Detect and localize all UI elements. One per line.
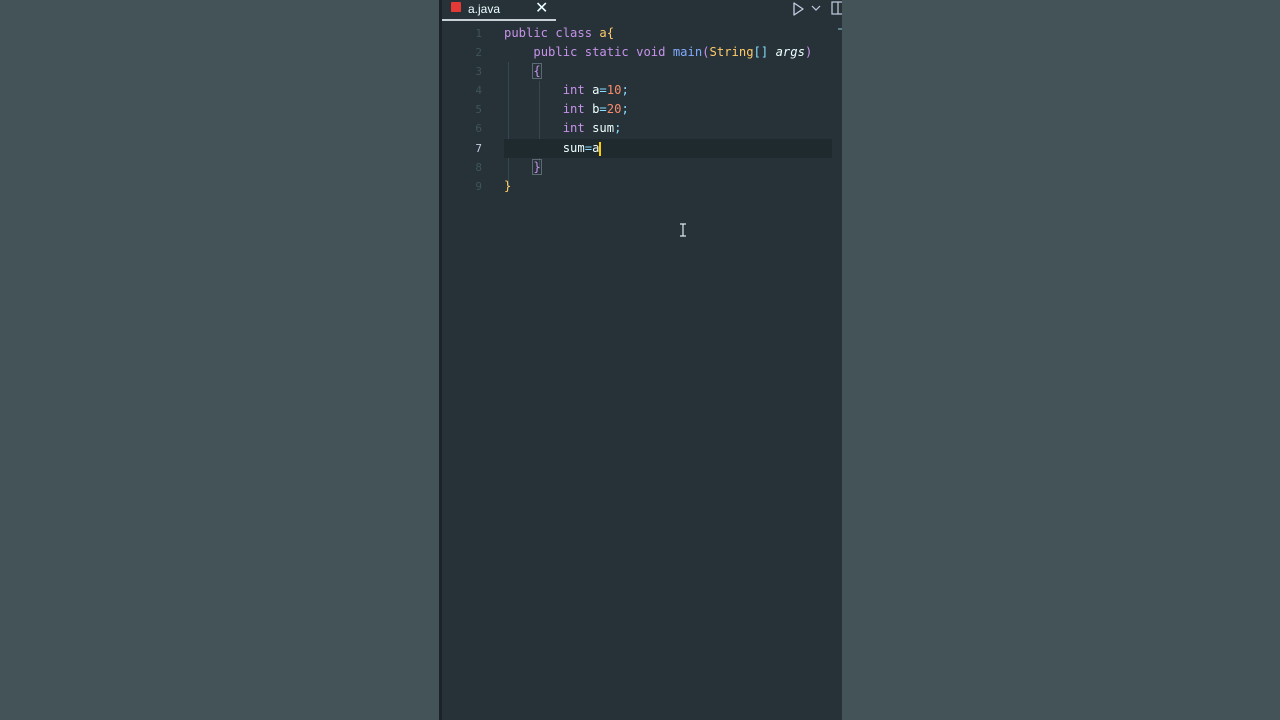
code-text: public static void main(String[] args) [533, 45, 813, 59]
code-text: public class a{ [504, 26, 615, 40]
code-text: int sum; [562, 121, 622, 135]
line-number: 4 [475, 84, 482, 97]
tab-a-java[interactable]: a.java ✕ [442, 0, 556, 21]
code-line-8[interactable]: 8 } [442, 158, 834, 177]
code-line-7-active[interactable]: 7 sum=a [475, 139, 832, 158]
line-number: 9 [475, 180, 482, 193]
code-text: } [504, 179, 512, 193]
text-caret [599, 141, 602, 156]
code-text: int a=10; [562, 83, 629, 97]
text-cursor-icon [680, 223, 686, 237]
tab-bar: a.java ✕ [442, 0, 842, 21]
line-number-current: 7 [475, 142, 482, 155]
code-line-5[interactable]: 5 int b=20; [442, 100, 834, 119]
java-file-icon [451, 2, 461, 12]
line-number: 3 [475, 65, 482, 78]
close-icon[interactable]: ✕ [535, 0, 548, 17]
code-text: { [532, 63, 542, 79]
editor-window: a.java ✕ 1 public class a{ 2 public stat… [439, 0, 842, 720]
code-text: int b=20; [562, 102, 629, 116]
code-text: } [532, 159, 542, 175]
code-line-3[interactable]: 3 { [442, 62, 834, 81]
code-line-6[interactable]: 6 int sum; [442, 119, 834, 138]
split-editor-icon[interactable] [831, 1, 842, 15]
code-line-9[interactable]: 9 } [442, 177, 834, 196]
code-line-1[interactable]: 1 public class a{ [442, 24, 834, 43]
line-number: 2 [475, 46, 482, 59]
line-number: 8 [475, 161, 482, 174]
line-number: 6 [475, 122, 482, 135]
tab-label: a.java [468, 2, 501, 16]
code-line-2[interactable]: 2 public static void main(String[] args) [442, 43, 834, 62]
code-text: sum=a [562, 141, 602, 156]
chevron-down-icon[interactable] [811, 4, 821, 12]
play-icon[interactable] [792, 2, 804, 16]
line-number: 5 [475, 103, 482, 116]
code-line-4[interactable]: 4 int a=10; [442, 81, 834, 100]
minimap-marker [838, 28, 842, 30]
line-number: 1 [475, 27, 482, 40]
